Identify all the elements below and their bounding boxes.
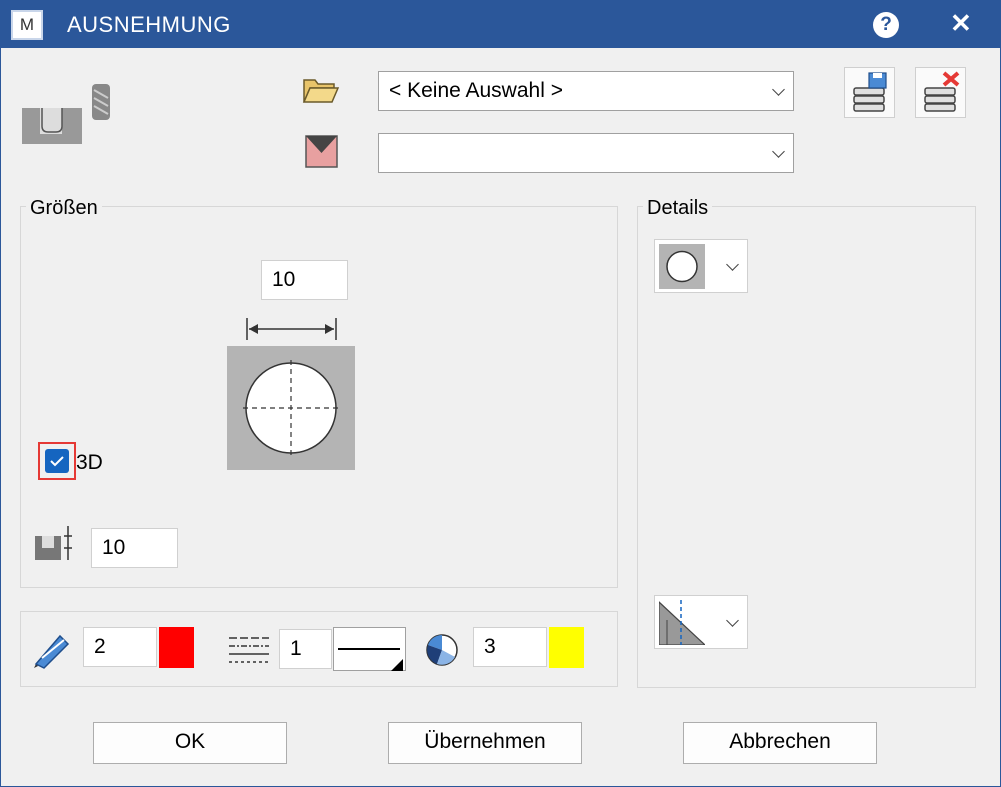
checkmark-icon — [50, 456, 64, 467]
folder-open-icon[interactable] — [302, 76, 340, 104]
pen-icon — [34, 634, 70, 669]
window-title: AUSNEHMUNG — [67, 12, 231, 37]
dropdown-corner-icon — [391, 659, 403, 671]
slope-profile-icon — [659, 600, 705, 645]
template-select[interactable]: < Keine Auswahl > — [378, 71, 794, 111]
delete-favorite-button[interactable] — [915, 67, 966, 118]
checkbox-3d[interactable] — [45, 449, 69, 473]
database-delete-icon — [924, 71, 960, 112]
help-icon[interactable]: ? — [873, 12, 899, 38]
shape-select[interactable] — [654, 239, 748, 293]
ok-button[interactable]: OK — [93, 722, 287, 764]
details-group-label: Details — [643, 197, 713, 220]
depth-input[interactable] — [91, 528, 178, 568]
linetype-preview — [338, 648, 400, 650]
database-save-icon — [853, 72, 887, 112]
save-favorite-button[interactable] — [844, 67, 895, 118]
pen-color-swatch[interactable] — [159, 627, 194, 668]
template-select-value: < Keine Auswahl > — [389, 79, 563, 102]
depth-icon — [35, 526, 72, 560]
chevron-down-icon — [772, 83, 785, 96]
color-swatch-icon[interactable] — [305, 135, 338, 168]
pen-input[interactable] — [83, 627, 157, 667]
recess-tool-icon — [22, 84, 110, 144]
chevron-down-icon — [726, 614, 739, 627]
checkbox-3d-focus[interactable] — [38, 442, 76, 480]
pattern-input[interactable] — [473, 627, 547, 667]
title-bar: M AUSNEHMUNG ? ✕ — [0, 0, 1001, 48]
chevron-down-icon — [726, 258, 739, 271]
chevron-down-icon — [772, 145, 785, 158]
profile-select[interactable] — [654, 595, 748, 649]
close-icon[interactable]: ✕ — [950, 8, 972, 39]
color-select[interactable] — [378, 133, 794, 173]
circle-shape-icon — [659, 244, 705, 289]
apply-button[interactable]: Übernehmen — [388, 722, 582, 764]
linetype-select[interactable] — [333, 627, 406, 671]
checkbox-3d-label: 3D — [76, 451, 103, 474]
cancel-button[interactable]: Abbrechen — [683, 722, 877, 764]
circle-recess-diagram — [227, 318, 355, 470]
pattern-color-swatch[interactable] — [549, 627, 584, 668]
hatch-pattern-icon — [426, 634, 458, 666]
linetype-input[interactable] — [279, 629, 332, 669]
sizes-group-label: Größen — [26, 197, 102, 220]
app-icon: M — [11, 10, 43, 40]
width-input[interactable] — [261, 260, 348, 300]
linetype-icon — [229, 637, 269, 663]
